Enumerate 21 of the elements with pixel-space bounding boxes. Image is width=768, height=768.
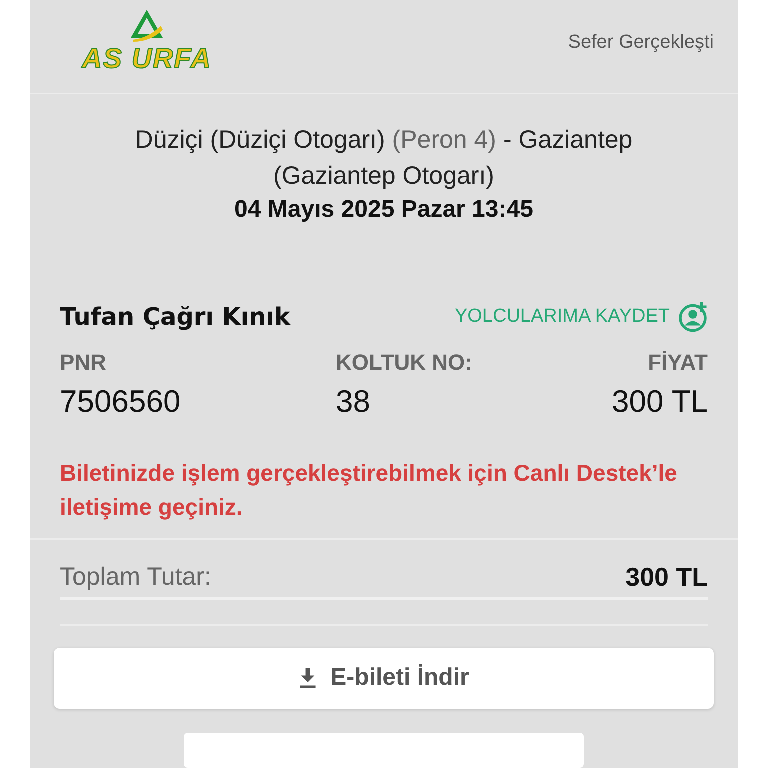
field-value: 7506560 bbox=[60, 384, 182, 420]
support-notice: Biletinizde işlem gerçekleştirebilmek için Canlı Destek’le iletişime geçiniz. bbox=[60, 459, 678, 522]
download-icon bbox=[298, 668, 317, 688]
trip-status: Sefer Gerçekleşti bbox=[568, 32, 714, 54]
total-value: 300 TL bbox=[626, 562, 708, 594]
departure-datetime: 04 Mayıs 2025 Pazar 13:45 bbox=[234, 195, 534, 226]
route-origin: Düziçi (Düziçi Otogarı) bbox=[135, 126, 386, 154]
passenger-name: Tufan Çağrı Kınık bbox=[60, 303, 290, 332]
route-destination: - Gaziantep bbox=[503, 126, 633, 154]
field-label: PNR bbox=[60, 350, 108, 376]
platform-label: (Peron 4) bbox=[392, 126, 497, 154]
destination-station: (Gaziantep Otogarı) bbox=[274, 162, 494, 190]
field-value: 300 TL bbox=[612, 384, 708, 420]
field-label: FİYAT bbox=[648, 350, 708, 376]
field-value: 38 bbox=[336, 384, 372, 420]
download-ticket-button[interactable]: E-bileti İndir bbox=[54, 648, 714, 710]
total-label: Toplam Tutar: bbox=[60, 563, 212, 592]
logo-text: AS URFA bbox=[82, 44, 212, 74]
secondary-button[interactable] bbox=[184, 733, 584, 768]
add-user-icon bbox=[678, 302, 708, 332]
field-label: KOLTUK NO: bbox=[336, 350, 474, 376]
